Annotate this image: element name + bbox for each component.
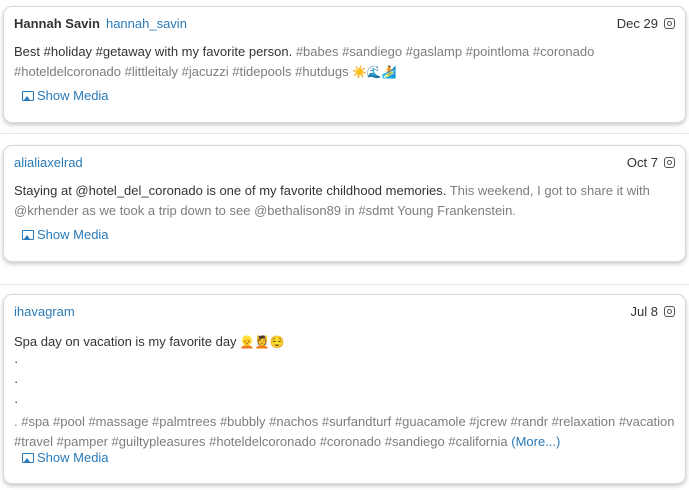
more-link[interactable]: (More...) [511, 434, 560, 449]
image-icon [22, 453, 34, 463]
show-media-label: Show Media [37, 88, 109, 103]
post-card: alialiaxelrad Oct 7 Staying at @hotel_de… [3, 145, 686, 262]
emoji-text: ☀️🌊🏄 [348, 65, 397, 79]
separator [0, 133, 689, 134]
date-label: Jul 8 [630, 304, 658, 319]
show-media-link[interactable]: Show Media [22, 450, 109, 465]
date-label: Dec 29 [616, 16, 658, 31]
instagram-icon[interactable] [664, 157, 675, 168]
text-hashtags-line2: #hoteldelcoronado #littleitaly #jacuzzi … [14, 64, 349, 79]
post-header: ihavagram Jul 8 [14, 304, 675, 322]
author-name[interactable]: Hannah Savin [14, 16, 100, 31]
show-media-link[interactable]: Show Media [22, 88, 109, 103]
date-label: Oct 7 [626, 155, 658, 170]
post-card: ihavagram Jul 8 Spa day on vacation is m… [3, 294, 686, 484]
text-continued: This weekend, I got to share it with [446, 183, 650, 198]
text-hashtags-line2: #travel #pamper #guiltypleasures #hoteld… [14, 434, 508, 449]
post-card: Hannah Savin hannah_savin Dec 29 Best #ho… [3, 6, 686, 123]
show-media-label: Show Media [37, 227, 109, 242]
dot-line: · [14, 394, 19, 409]
separator [0, 284, 689, 285]
instagram-icon[interactable] [664, 306, 675, 317]
author-handle[interactable]: hannah_savin [106, 16, 187, 31]
text-line2: @krhender as we took a trip down to see … [14, 203, 516, 218]
post-date[interactable]: Oct 7 [627, 155, 675, 170]
author-handle[interactable]: alialiaxelrad [14, 155, 83, 170]
post-text: Staying at @hotel_del_coronado is one of… [14, 181, 675, 221]
emoji-text: 👱💆😌 [236, 335, 285, 349]
post-date[interactable]: Jul 8 [631, 304, 675, 319]
post-header: alialiaxelrad Oct 7 [14, 155, 675, 173]
text-hashtags: #babes #sandiego #gaslamp #pointloma #co… [292, 44, 595, 59]
image-icon [22, 230, 34, 240]
text-hashtags: . #spa #pool #massage #palmtrees #bubbly… [14, 414, 675, 429]
post-text: Spa day on vacation is my favorite day 👱… [14, 332, 675, 452]
text-main: Spa day on vacation is my favorite day [14, 334, 237, 349]
post-header: Hannah Savin hannah_savin Dec 29 [14, 16, 675, 34]
text-main: Staying at @hotel_del_coronado is one of… [14, 183, 447, 198]
post-text: Best #holiday #getaway with my favorite … [14, 42, 675, 82]
post-date[interactable]: Dec 29 [617, 16, 675, 31]
author-handle[interactable]: ihavagram [14, 304, 75, 319]
text-main: Best #holiday #getaway with my favorite … [14, 44, 293, 59]
image-icon [22, 91, 34, 101]
dot-line: · [14, 354, 19, 369]
instagram-icon[interactable] [664, 18, 675, 29]
show-media-link[interactable]: Show Media [22, 227, 109, 242]
dot-line: · [14, 374, 19, 389]
show-media-label: Show Media [37, 450, 109, 465]
